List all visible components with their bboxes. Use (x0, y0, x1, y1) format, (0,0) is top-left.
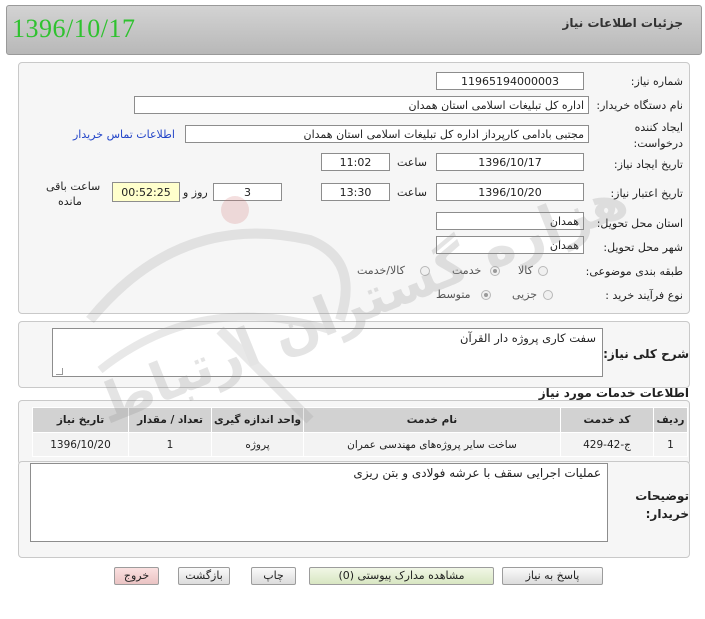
buyer-org-label: نام دستگاه خریدار: (596, 99, 683, 112)
remaining-label-line1: ساعت باقی (46, 180, 101, 193)
creator-field: مجتبی بادامی کارپرداز اداره کل تبلیغات ا… (185, 125, 589, 143)
header-need-date: تاریخ نیاز (32, 407, 129, 433)
date-stamp: 1396/10/17 (12, 14, 136, 43)
process-medium-label: متوسط (436, 288, 471, 301)
category-service-radio[interactable] (490, 266, 500, 276)
cell-quantity: 1 (128, 432, 212, 457)
cell-service-code: ج-42-429 (560, 432, 654, 457)
buyer-notes-label-line2: خریدار: (645, 507, 689, 521)
category-goods-label: کالا (518, 264, 533, 277)
announce-time-field: 11:02 (321, 153, 390, 171)
valid-time-label: ساعت (397, 186, 427, 199)
remaining-time-counter: 00:52:25 (112, 182, 180, 202)
remaining-days-field: 3 (213, 183, 282, 201)
buyer-contact-link[interactable]: اطلاعات تماس خریدار (73, 128, 175, 141)
services-title: اطلاعات خدمات مورد نیاز (538, 386, 689, 400)
cell-service-name: ساخت سایر پروژه‌های مهندسی عمران (303, 432, 561, 457)
valid-date-field: 1396/10/20 (436, 183, 584, 201)
days-and-label: روز و (183, 186, 208, 199)
creator-label-line1: ایجاد کننده (634, 121, 683, 134)
description-field: سفت کاری پروژه دار القرآن (52, 328, 603, 377)
category-service-label: خدمت (452, 264, 482, 277)
announce-date-label: تاریخ ایجاد نیاز: (613, 158, 683, 171)
process-minor-label: جزیی (512, 288, 538, 301)
buyer-notes-label-line1: توضیحات (635, 489, 689, 503)
header-unit: واحد اندازه گیری (211, 407, 304, 433)
valid-time-field: 13:30 (321, 183, 390, 201)
header-quantity: تعداد / مقدار (128, 407, 212, 433)
cell-row-number: 1 (653, 432, 688, 457)
table-row: 1396/10/20 1 پروژه ساخت سایر پروژه‌های م… (32, 432, 688, 457)
valid-date-label: تاریخ اعتبار نیاز: (610, 187, 683, 200)
need-number-field: 11965194000003 (436, 72, 584, 90)
need-number-label: شماره نیاز: (630, 75, 683, 88)
services-table: تاریخ نیاز تعداد / مقدار واحد اندازه گیر… (32, 407, 688, 457)
process-minor-radio[interactable] (543, 290, 553, 300)
announce-date-field: 1396/10/17 (436, 153, 584, 171)
exit-button[interactable]: خروج (114, 567, 159, 585)
services-header-row: تاریخ نیاز تعداد / مقدار واحد اندازه گیر… (32, 407, 688, 433)
buyer-org-field: اداره کل تبلیغات اسلامی استان همدان (134, 96, 589, 114)
city-label: شهر محل تحویل: (603, 241, 683, 254)
category-label: طبقه بندی موضوعی: (585, 265, 683, 278)
category-goods-service-radio[interactable] (420, 266, 430, 276)
header-service-name: نام خدمت (303, 407, 561, 433)
creator-label-line2: درخواست: (633, 137, 683, 150)
header-row-number: ردیف (653, 407, 688, 433)
province-field: همدان (436, 212, 584, 230)
page-title: جزئیات اطلاعات نیاز (562, 16, 683, 30)
cell-unit: پروژه (211, 432, 304, 457)
city-field: همدان (436, 236, 584, 254)
reply-button[interactable]: پاسخ به نیاز (502, 567, 603, 585)
view-attachments-button[interactable]: مشاهده مدارک پیوستی (0) (309, 567, 494, 585)
back-button[interactable]: بازگشت (178, 567, 230, 585)
cell-need-date: 1396/10/20 (32, 432, 129, 457)
announce-time-label: ساعت (397, 156, 427, 169)
print-button[interactable]: چاپ (251, 567, 296, 585)
description-resize-handle[interactable] (56, 368, 63, 375)
description-label: شرح کلی نیاز: (603, 347, 689, 361)
header-service-code: کد خدمت (560, 407, 654, 433)
buyer-notes-field: عملیات اجرایی سقف با عرشه فولادی و بتن ر… (30, 463, 608, 542)
remaining-label-line2: مانده (58, 195, 82, 208)
category-goods-service-label: کالا/خدمت (357, 264, 405, 277)
province-label: استان محل تحویل: (596, 217, 683, 230)
category-goods-radio[interactable] (538, 266, 548, 276)
process-medium-radio[interactable] (481, 290, 491, 300)
process-type-label: نوع فرآیند خرید : (605, 289, 683, 302)
